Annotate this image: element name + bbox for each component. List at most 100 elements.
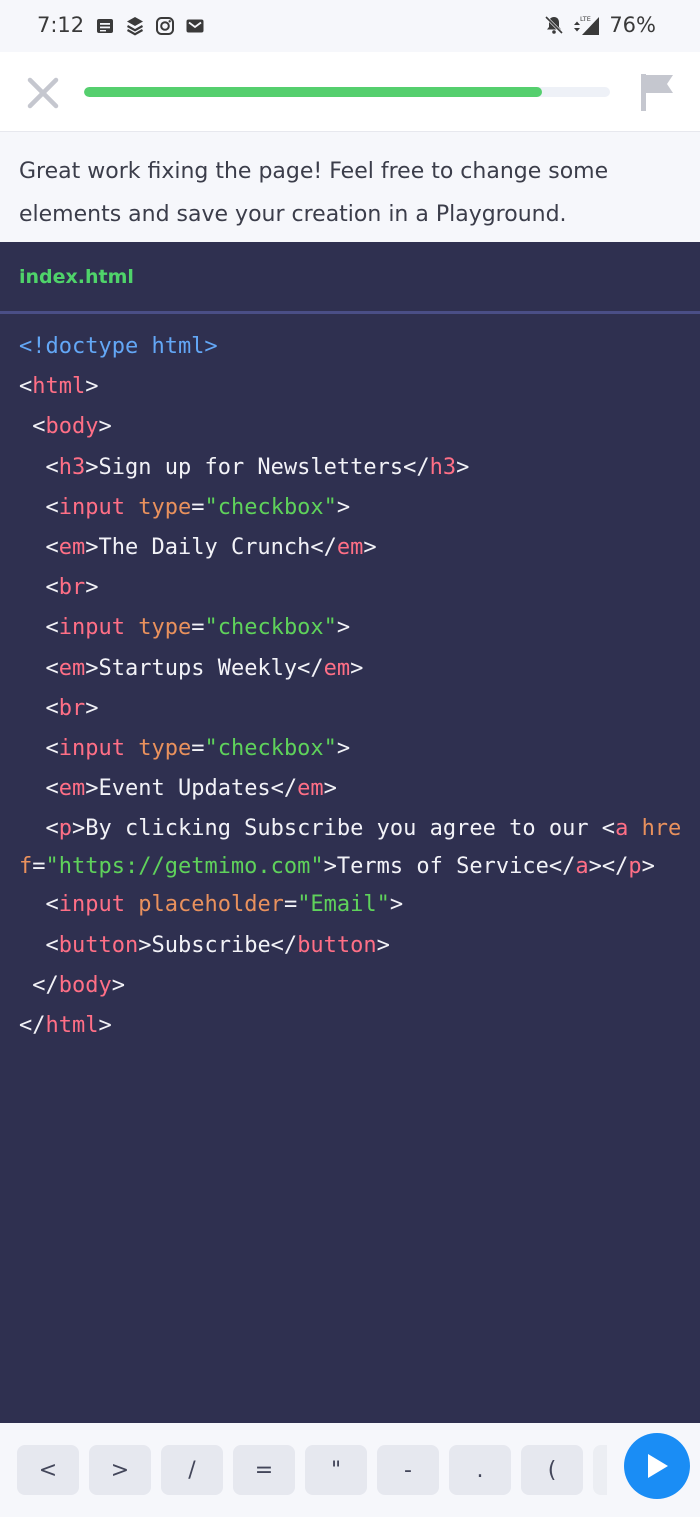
code-line[interactable]: <p>By clicking Subscribe you agree to ou…: [19, 809, 686, 885]
code-token: body: [45, 414, 99, 440]
gmail-icon: [186, 19, 204, 33]
status-right: LTE 76%: [543, 13, 656, 37]
code-token: >: [111, 972, 125, 998]
code-token: >: [85, 695, 99, 721]
code-token: <: [45, 494, 59, 520]
code-token: <!doctype html>: [19, 334, 218, 359]
symbol-key-partial[interactable]: [593, 1445, 607, 1495]
code-line[interactable]: <br>: [19, 568, 686, 608]
close-icon[interactable]: [26, 76, 60, 110]
symbol-key[interactable]: ": [305, 1445, 367, 1495]
message-text: Great work fixing the page! Feel free to…: [19, 159, 609, 227]
code-line[interactable]: <input type="checkbox">: [19, 729, 686, 769]
code-line[interactable]: <br>: [19, 689, 686, 729]
code-token: <: [45, 736, 59, 762]
symbol-key[interactable]: >: [89, 1445, 151, 1495]
code-token: <: [45, 776, 59, 802]
symbol-key[interactable]: -: [377, 1445, 439, 1495]
code-token: button: [58, 932, 139, 958]
code-editor[interactable]: <!doctype html> <html> <body> <h3>Sign up…: [0, 317, 700, 1423]
symbol-key[interactable]: .: [449, 1445, 511, 1495]
code-line[interactable]: <em>The Daily Crunch</em>: [19, 528, 686, 568]
code-token: em: [323, 655, 351, 681]
code-token: >By clicking Subscribe you agree to our …: [72, 816, 616, 842]
code-token: >: [336, 494, 351, 520]
symbol-key[interactable]: <: [17, 1445, 79, 1495]
code-line[interactable]: <input type="checkbox">: [19, 608, 686, 648]
code-token: >: [336, 736, 351, 762]
status-bar: 7:12 LTE 76%: [0, 0, 700, 52]
code-token: "checkbox": [204, 494, 337, 520]
lesson-top-bar: [0, 52, 700, 132]
code-token: type: [138, 736, 192, 762]
code-token: =: [191, 736, 205, 762]
code-token: >: [641, 853, 655, 879]
code-token: "https://getmimo.com": [45, 853, 324, 879]
code-token: =: [283, 892, 298, 918]
code-token: input: [58, 892, 125, 918]
code-line[interactable]: <input type="checkbox">: [19, 488, 686, 528]
code-token: em: [58, 776, 86, 802]
code-token: <: [45, 454, 59, 480]
code-token: input: [58, 615, 125, 641]
code-token: html: [45, 1013, 99, 1039]
lesson-progress-fill: [84, 87, 542, 97]
code-token: <: [45, 535, 59, 561]
code-token: >: [363, 535, 377, 561]
lesson-message: Great work fixing the page! Feel free to…: [0, 132, 700, 242]
code-token: >: [98, 1013, 112, 1039]
symbol-key[interactable]: (: [521, 1445, 583, 1495]
code-line[interactable]: <body>: [19, 407, 686, 447]
code-line[interactable]: <button>Subscribe</button>: [19, 926, 686, 966]
code-token: </: [19, 1013, 46, 1039]
code-token: >Subscribe</: [138, 932, 298, 958]
lesson-progress-bar: [84, 87, 610, 97]
symbol-key[interactable]: /: [161, 1445, 223, 1495]
code-token: button: [297, 932, 377, 958]
code-token: >Event Updates</: [85, 776, 298, 802]
code-token: =: [32, 853, 46, 879]
code-token: br: [58, 575, 86, 601]
code-line[interactable]: <html>: [19, 367, 686, 407]
code-token: =: [191, 494, 205, 520]
code-token: =: [191, 615, 205, 641]
play-icon: [648, 1454, 668, 1478]
status-time: 7:12: [37, 13, 85, 37]
code-line[interactable]: </html>: [19, 1006, 686, 1046]
run-button[interactable]: [624, 1433, 690, 1499]
code-token: >: [323, 776, 337, 802]
file-tab-bar: index.html: [0, 242, 700, 314]
code-token: <: [45, 932, 59, 958]
code-line[interactable]: <input placeholder="Email">: [19, 885, 686, 925]
code-line[interactable]: <em>Startups Weekly</em>: [19, 649, 686, 689]
code-token: </: [32, 972, 59, 998]
code-token: em: [58, 535, 86, 561]
code-token: p: [58, 816, 72, 842]
code-token: a: [575, 853, 589, 879]
symbol-keys: < > / = " -.(: [17, 1445, 607, 1495]
code-token: input: [58, 494, 125, 520]
code-line[interactable]: <!doctype html>: [19, 327, 686, 367]
flag-icon[interactable]: [639, 72, 675, 112]
code-content[interactable]: <!doctype html> <html> <body> <h3>Sign up…: [19, 327, 686, 1046]
symbol-key[interactable]: =: [233, 1445, 295, 1495]
code-line[interactable]: <h3>Sign up for Newsletters</h3>: [19, 448, 686, 488]
code-line[interactable]: <em>Event Updates</em>: [19, 769, 686, 809]
code-line[interactable]: </body>: [19, 966, 686, 1006]
code-token: >: [350, 655, 364, 681]
file-tab-index-html[interactable]: index.html: [19, 266, 134, 288]
code-token: >: [389, 892, 404, 918]
